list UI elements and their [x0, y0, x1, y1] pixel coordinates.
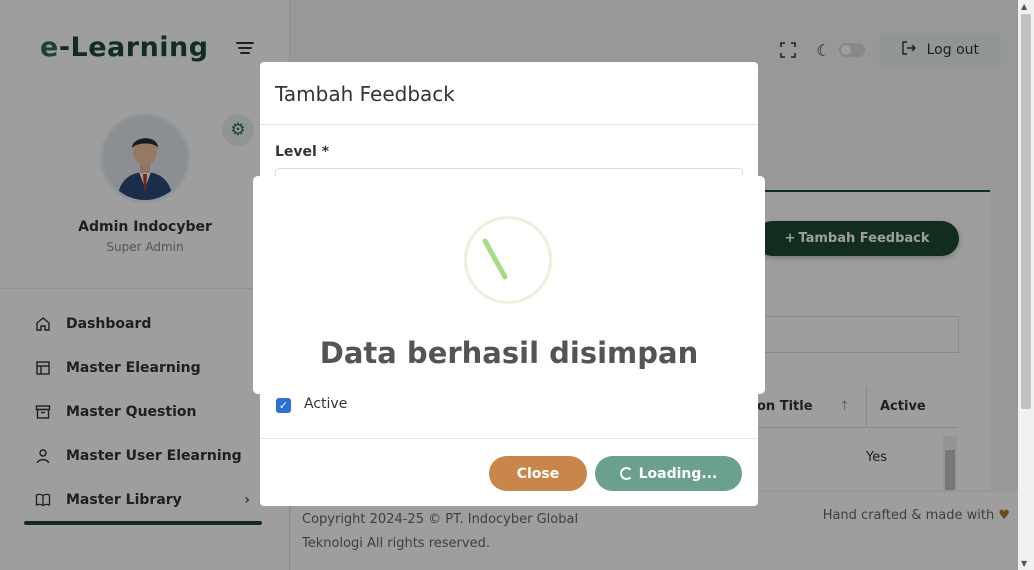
success-spinner-icon — [464, 216, 552, 304]
scroll-down-icon[interactable]: ▼ — [1021, 559, 1027, 568]
modal-header-divider — [260, 124, 758, 125]
modal-title: Tambah Feedback — [275, 82, 455, 106]
spinner-icon — [619, 467, 633, 480]
level-label: Level * — [275, 144, 330, 160]
active-checkbox[interactable]: ✓ — [276, 398, 291, 413]
modal-footer-divider — [260, 438, 758, 439]
alert-message: Data berhasil disimpan — [319, 336, 699, 370]
close-button[interactable]: Close — [489, 456, 587, 491]
page-scrollbar[interactable]: ▲ ▼ — [1018, 0, 1034, 570]
active-label: Active — [304, 396, 348, 412]
loading-label: Loading... — [638, 465, 718, 482]
scroll-up-icon[interactable]: ▲ — [1021, 2, 1027, 11]
alert-dialog: Data berhasil disimpan — [253, 176, 765, 394]
loading-button[interactable]: Loading... — [595, 456, 742, 491]
